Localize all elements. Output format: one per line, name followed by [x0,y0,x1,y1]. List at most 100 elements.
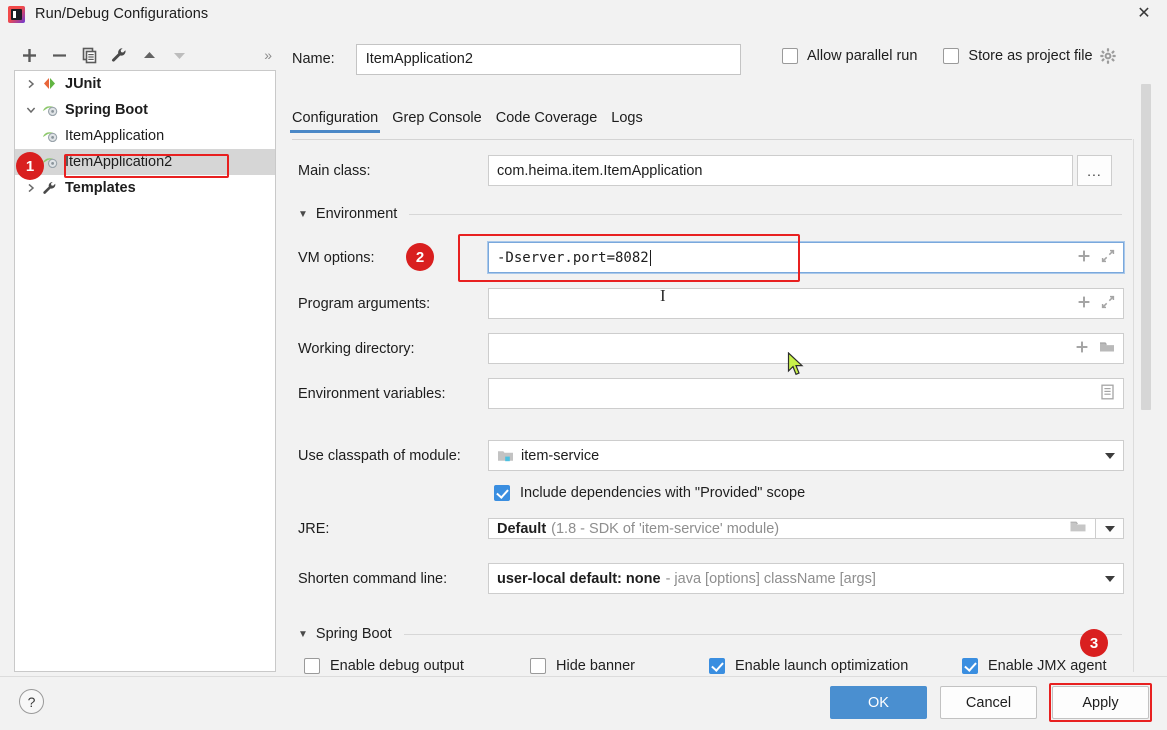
section-divider [403,633,1122,635]
jre-combobox[interactable]: Default (1.8 - SDK of 'item-service' mod… [488,518,1124,539]
include-provided-label: Include dependencies with "Provided" sco… [520,485,806,501]
use-classpath-row: Use classpath of module: item-service [298,440,1132,471]
tree-item-itemapplication[interactable]: ItemApplication [15,123,275,149]
expand-icon[interactable] [1101,295,1115,313]
program-arguments-input[interactable] [488,288,1124,319]
jre-dropdown-button[interactable] [1095,518,1124,539]
name-label: Name: [292,51,335,67]
environment-section-header[interactable]: ▼ Environment [298,206,1124,222]
jre-label: JRE: [298,520,330,537]
module-icon [497,449,514,463]
main-class-input[interactable]: com.heima.item.ItemApplication [488,155,1073,186]
store-as-project-file-checkbox[interactable] [943,48,960,64]
shorten-command-line-combobox[interactable]: user-local default: none - java [options… [488,563,1124,594]
text-caret [649,249,651,266]
plus-icon[interactable] [1077,295,1091,313]
edit-templates-button[interactable] [104,41,134,69]
use-classpath-label: Use classpath of module: [298,447,461,464]
triangle-up-icon [143,51,155,58]
environment-variables-input[interactable] [488,378,1124,409]
working-directory-input[interactable] [488,333,1124,364]
section-divider [409,213,1122,215]
ok-button[interactable]: OK [830,686,927,719]
jre-value-area[interactable]: Default (1.8 - SDK of 'item-service' mod… [488,518,1095,539]
run-debug-configurations-dialog: Run/Debug Configurations ✕ » JUnit Sprin… [0,0,1167,730]
chevron-down-icon[interactable] [1105,452,1115,459]
triangle-down-icon [173,52,185,59]
working-directory-label: Working directory: [298,340,415,357]
hide-banner-checkbox[interactable] [530,658,546,674]
list-icon[interactable] [1100,384,1115,404]
shorten-command-line-value: user-local default: none [497,570,661,587]
junit-icon [41,76,61,92]
name-input[interactable] [355,43,741,75]
use-classpath-value: item-service [521,447,600,464]
chevron-right-icon[interactable] [21,79,41,89]
annotation-badge-3: 3 [1080,629,1108,657]
add-configuration-button[interactable] [14,41,44,69]
tab-grep-console[interactable]: Grep Console [392,110,481,133]
tree-item-junit[interactable]: JUnit [15,71,275,97]
header-options: Allow parallel run Store as project file [782,47,1117,65]
plus-icon[interactable] [1077,249,1091,267]
tree-item-templates[interactable]: Templates [15,175,275,201]
mouse-pointer-cursor [787,351,805,380]
tree-item-label: Templates [65,180,136,196]
title-bar: Run/Debug Configurations ✕ [0,0,1167,28]
gear-icon[interactable] [1099,47,1117,65]
use-classpath-combobox[interactable]: item-service [488,440,1124,471]
configurations-tree[interactable]: JUnit Spring Boot ItemApplication ItemAp… [14,70,276,672]
tab-logs[interactable]: Logs [611,110,642,133]
toolbar-more-button[interactable]: » [264,47,276,63]
name-row: Name: [292,43,741,75]
vertical-scrollbar-thumb[interactable] [1141,84,1151,410]
environment-section-label: Environment [315,206,398,222]
allow-parallel-run-label: Allow parallel run [807,48,918,64]
wrench-icon [41,180,61,196]
folder-icon[interactable] [1099,340,1115,358]
chevron-down-icon[interactable] [21,105,41,115]
intellij-idea-icon [8,5,25,23]
apply-button[interactable]: Apply [1052,686,1149,719]
text-ibeam-cursor: I [660,286,666,305]
move-down-button[interactable] [164,41,194,69]
chevron-down-icon[interactable] [1105,575,1115,582]
copy-configuration-button[interactable] [74,41,104,69]
enable-launch-optimization-checkbox[interactable] [709,658,725,674]
cancel-button[interactable]: Cancel [940,686,1037,719]
vm-options-field[interactable]: -Dserver.port=8082 [487,241,1125,274]
main-class-browse-button[interactable]: ... [1077,155,1112,186]
main-class-label: Main class: [298,162,371,179]
tree-item-spring-boot[interactable]: Spring Boot [15,97,275,123]
shorten-command-line-label: Shorten command line: [298,570,448,587]
program-arguments-label: Program arguments: [298,295,431,312]
footer-separator [0,676,1167,677]
enable-debug-output-checkbox[interactable] [304,658,320,674]
chevron-right-icon[interactable] [21,183,41,193]
config-tabs: Configuration Grep Console Code Coverage… [289,110,1132,140]
allow-parallel-run-checkbox[interactable] [782,48,798,64]
spring-boot-section-header[interactable]: ▼ Spring Boot [298,626,1124,642]
enable-debug-output-label: Enable debug output [330,658,464,674]
close-icon[interactable]: ✕ [1121,0,1167,28]
folder-icon[interactable] [1069,519,1087,538]
annotation-badge-2: 2 [406,243,434,271]
enable-jmx-agent-checkbox[interactable] [962,658,978,674]
copy-icon [82,47,96,63]
expand-icon[interactable] [1101,249,1115,267]
tree-item-itemapplication2[interactable]: ItemApplication2 [15,149,275,175]
remove-configuration-button[interactable] [44,41,74,69]
hide-banner-label: Hide banner [556,658,635,674]
help-button[interactable]: ? [19,689,44,714]
tab-code-coverage[interactable]: Code Coverage [496,110,598,133]
content-divider [1133,139,1134,672]
include-provided-checkbox[interactable] [494,485,510,501]
triangle-down-icon[interactable]: ▼ [298,629,308,640]
tree-item-label: ItemApplication [65,128,165,144]
tab-configuration[interactable]: Configuration [289,110,381,133]
wrench-icon [112,48,126,62]
plus-icon[interactable] [1075,340,1089,358]
move-up-button[interactable] [134,41,164,69]
spring-boot-icon [41,102,61,118]
triangle-down-icon[interactable]: ▼ [298,209,308,220]
